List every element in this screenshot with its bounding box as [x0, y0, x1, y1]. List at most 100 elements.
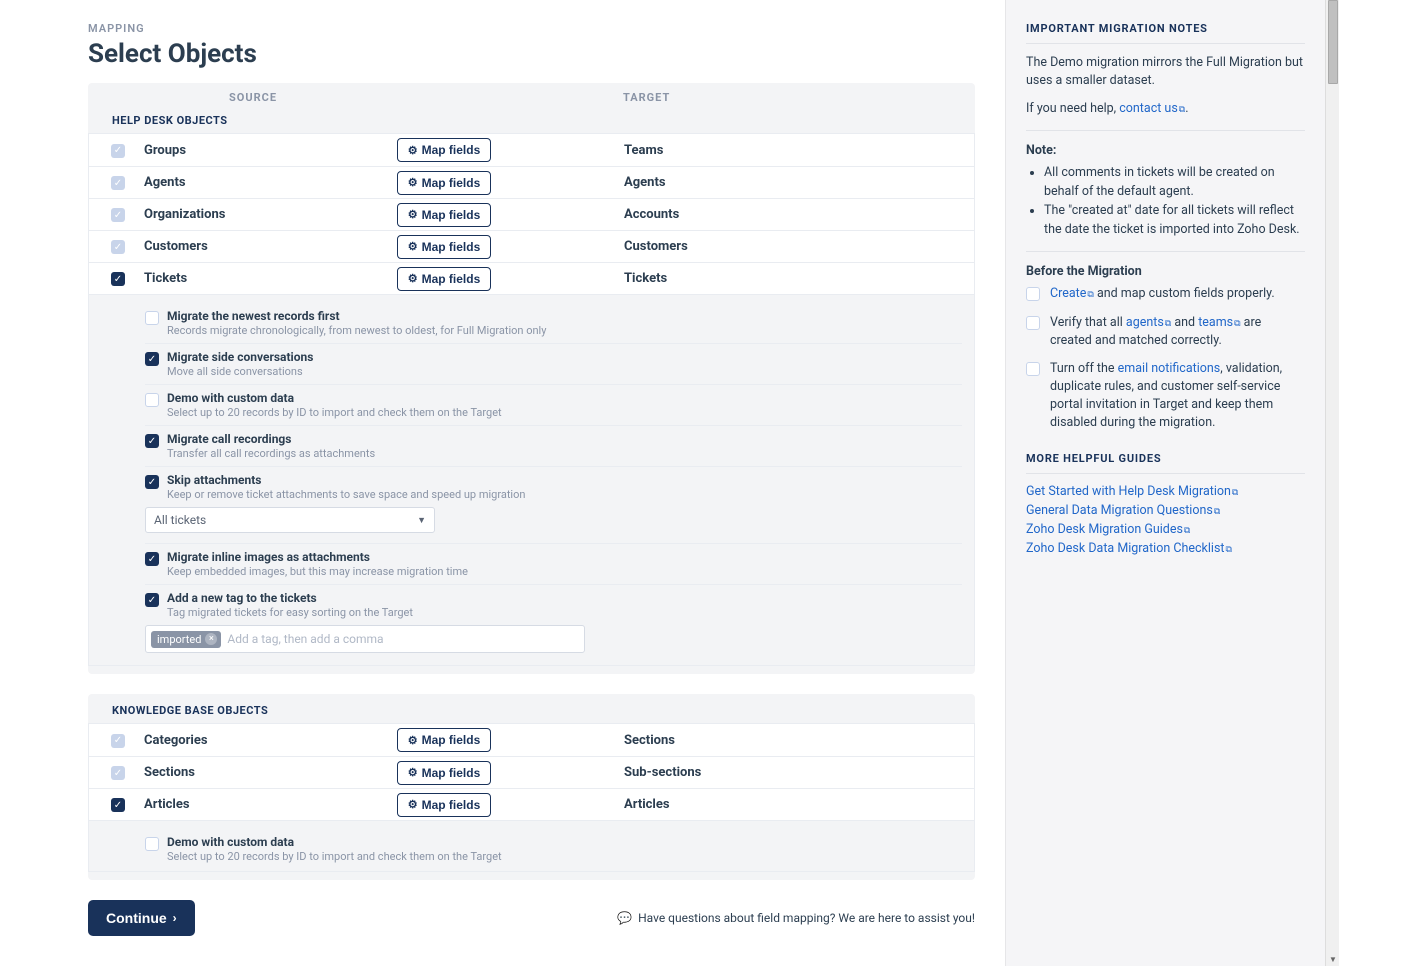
- sidebar: IMPORTANT MIGRATION NOTES The Demo migra…: [1005, 0, 1325, 966]
- checkbox-add-tag[interactable]: ✓: [145, 593, 159, 607]
- gear-icon: ⚙: [408, 176, 418, 189]
- col-target-header: TARGET: [523, 91, 975, 104]
- guides-header: MORE HELPFUL GUIDES: [1026, 452, 1305, 474]
- object-row-categories: ✓ Categories ⚙Map fields Sections: [89, 724, 974, 756]
- sidebar-help-line: If you need help, contact us⧉.: [1026, 100, 1305, 118]
- notes-list: All comments in tickets will be created …: [1026, 164, 1305, 239]
- gear-icon: ⚙: [408, 208, 418, 221]
- helpdesk-mapping-box: SOURCE TARGET HELP DESK OBJECTS ✓ Groups…: [88, 83, 975, 674]
- option-desc: Select up to 20 records by ID to import …: [167, 850, 502, 863]
- guide-link[interactable]: Get Started with Help Desk Migration⧉: [1026, 484, 1305, 499]
- map-fields-button[interactable]: ⚙Map fields: [397, 138, 492, 162]
- object-row-sections: ✓ Sections ⚙Map fields Sub-sections: [89, 756, 974, 788]
- scrollbar-thumb[interactable]: [1328, 0, 1338, 84]
- option-title: Migrate the newest records first: [167, 309, 546, 323]
- target-agents: Agents: [524, 175, 974, 190]
- option-title: Demo with custom data: [167, 391, 502, 405]
- source-agents: Agents: [144, 175, 364, 190]
- remove-tag-icon[interactable]: ×: [205, 633, 217, 645]
- teams-link[interactable]: teams⧉: [1198, 315, 1240, 330]
- option-desc: Keep or remove ticket attachments to sav…: [167, 488, 525, 501]
- target-sections: Sub-sections: [524, 765, 974, 780]
- source-tickets: Tickets: [144, 271, 364, 286]
- email-notifications-link[interactable]: email notifications: [1118, 361, 1221, 376]
- map-fields-button[interactable]: ⚙Map fields: [397, 203, 492, 227]
- option-newest-first: Migrate the newest records first Records…: [145, 303, 962, 343]
- agents-link[interactable]: agents⧉: [1126, 315, 1171, 330]
- gear-icon: ⚙: [408, 734, 418, 747]
- option-title: Skip attachments: [167, 473, 525, 487]
- checklist-checkbox[interactable]: [1026, 316, 1040, 330]
- gear-icon: ⚙: [408, 272, 418, 285]
- checkbox-inline-images[interactable]: ✓: [145, 552, 159, 566]
- page-title: Select Objects: [88, 39, 975, 69]
- option-call-recordings: ✓ Migrate call recordings Transfer all c…: [145, 425, 962, 466]
- object-row-groups: ✓ Groups ⚙Map fields Teams: [89, 134, 974, 166]
- sidebar-notes-header: IMPORTANT MIGRATION NOTES: [1026, 22, 1305, 44]
- external-link-icon: ⧉: [1214, 507, 1220, 517]
- map-fields-button[interactable]: ⚙Map fields: [397, 235, 492, 259]
- continue-button[interactable]: Continue ›: [88, 900, 195, 936]
- tag-placeholder: Add a tag, then add a comma: [227, 632, 383, 646]
- before-migration-header: Before the Migration: [1026, 264, 1305, 279]
- guide-link[interactable]: General Data Migration Questions⧉: [1026, 503, 1305, 518]
- target-categories: Sections: [524, 733, 974, 748]
- checkbox-articles[interactable]: ✓: [111, 798, 125, 812]
- scrollbar[interactable]: ▲ ▼: [1325, 0, 1339, 966]
- checkbox-call-recordings[interactable]: ✓: [145, 434, 159, 448]
- checkbox-demo-custom-kb[interactable]: [145, 837, 159, 851]
- map-fields-button[interactable]: ⚙Map fields: [397, 793, 492, 817]
- target-organizations: Accounts: [524, 207, 974, 222]
- checkbox-sections: ✓: [111, 766, 125, 780]
- option-title: Migrate inline images as attachments: [167, 550, 468, 564]
- gear-icon: ⚙: [408, 798, 418, 811]
- target-customers: Customers: [524, 239, 974, 254]
- ticket-options: Migrate the newest records first Records…: [89, 294, 974, 665]
- option-add-tag: ✓ Add a new tag to the tickets Tag migra…: [145, 584, 962, 663]
- target-articles: Articles: [524, 797, 974, 812]
- checkbox-skip-attachments[interactable]: ✓: [145, 475, 159, 489]
- guide-link[interactable]: Zoho Desk Migration Guides⧉: [1026, 522, 1305, 537]
- option-desc: Tag migrated tickets for easy sorting on…: [167, 606, 413, 619]
- tag-input[interactable]: imported × Add a tag, then add a comma: [145, 625, 585, 653]
- option-inline-images: ✓ Migrate inline images as attachments K…: [145, 543, 962, 584]
- kb-section-title: KNOWLEDGE BASE OBJECTS: [88, 694, 975, 723]
- col-source-header: SOURCE: [143, 91, 363, 104]
- external-link-icon: ⧉: [1226, 545, 1232, 555]
- columns-header: SOURCE TARGET: [88, 83, 975, 108]
- help-prompt[interactable]: 💬 Have questions about field mapping? We…: [617, 911, 975, 925]
- create-link[interactable]: Create⧉: [1050, 286, 1094, 301]
- checkbox-demo-custom[interactable]: [145, 393, 159, 407]
- option-desc: Move all side conversations: [167, 365, 313, 378]
- checklist-checkbox[interactable]: [1026, 287, 1040, 301]
- option-desc: Records migrate chronologically, from ne…: [167, 324, 546, 337]
- map-fields-button[interactable]: ⚙Map fields: [397, 267, 492, 291]
- checklist-item: Turn off the email notifications, valida…: [1026, 360, 1305, 433]
- kb-mapping-box: KNOWLEDGE BASE OBJECTS ✓ Categories ⚙Map…: [88, 694, 975, 880]
- map-fields-button[interactable]: ⚙Map fields: [397, 171, 492, 195]
- option-title: Migrate side conversations: [167, 350, 313, 364]
- map-fields-button[interactable]: ⚙Map fields: [397, 728, 492, 752]
- note-label: Note:: [1026, 143, 1305, 158]
- contact-us-link[interactable]: contact us⧉: [1119, 101, 1185, 116]
- external-link-icon: ⧉: [1232, 488, 1238, 498]
- checkbox-newest-first[interactable]: [145, 311, 159, 325]
- skip-attachments-select[interactable]: All tickets ▼: [145, 507, 435, 533]
- option-title: Migrate call recordings: [167, 432, 375, 446]
- source-organizations: Organizations: [144, 207, 364, 222]
- breadcrumb: MAPPING: [88, 22, 975, 35]
- checklist-checkbox[interactable]: [1026, 362, 1040, 376]
- gear-icon: ⚙: [408, 144, 418, 157]
- option-desc: Transfer all call recordings as attachme…: [167, 447, 375, 460]
- guide-link[interactable]: Zoho Desk Data Migration Checklist⧉: [1026, 541, 1305, 556]
- checkbox-tickets[interactable]: ✓: [111, 272, 125, 286]
- object-row-customers: ✓ Customers ⚙Map fields Customers: [89, 230, 974, 262]
- gear-icon: ⚙: [408, 766, 418, 779]
- source-articles: Articles: [144, 797, 364, 812]
- map-fields-button[interactable]: ⚙Map fields: [397, 761, 492, 785]
- option-desc: Select up to 20 records by ID to import …: [167, 406, 502, 419]
- article-options: Demo with custom data Select up to 20 re…: [89, 820, 974, 871]
- option-title: Add a new tag to the tickets: [167, 591, 413, 605]
- object-row-organizations: ✓ Organizations ⚙Map fields Accounts: [89, 198, 974, 230]
- checkbox-side-conversations[interactable]: ✓: [145, 352, 159, 366]
